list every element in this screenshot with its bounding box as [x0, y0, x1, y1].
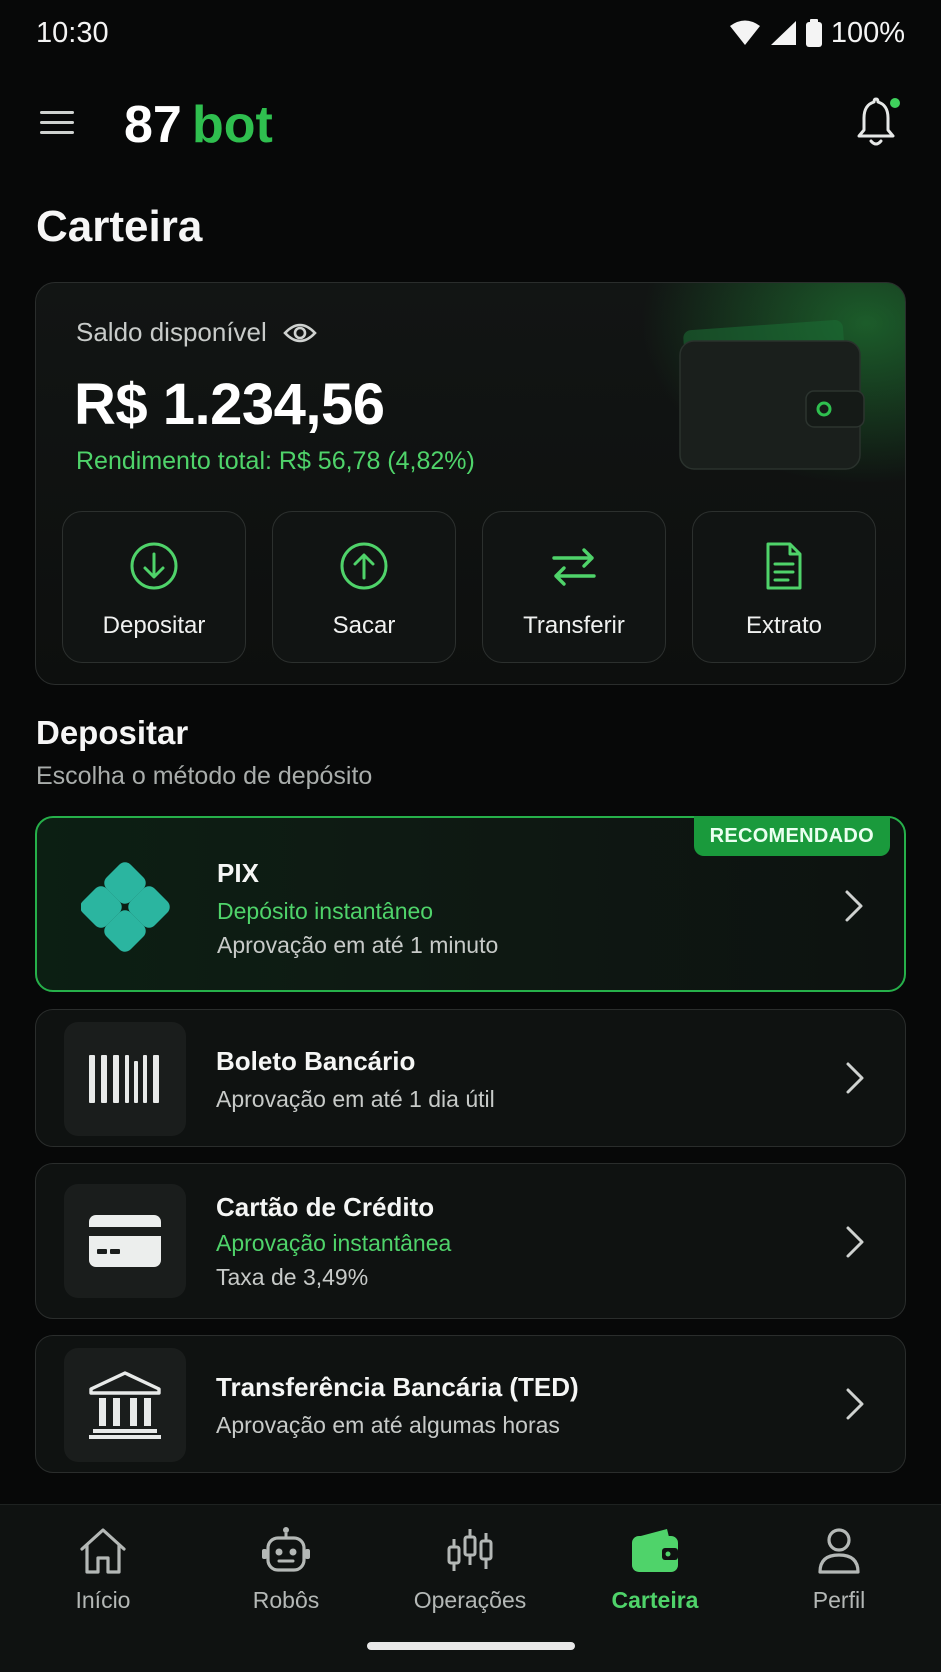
nav-item-wallet[interactable]: Carteira — [580, 1525, 730, 1614]
boleto-desc: Aprovação em até 1 dia útil — [216, 1086, 495, 1112]
credit-card-icon — [89, 1215, 161, 1267]
statement-label: Extrato — [745, 612, 823, 639]
menu-button[interactable] — [38, 102, 78, 142]
transfer-arrows-icon — [552, 548, 596, 586]
deposit-section-subtitle: Escolha o método de depósito — [36, 762, 373, 790]
statement-button[interactable]: Extrato — [692, 511, 876, 663]
download-circle-icon — [130, 542, 178, 590]
chevron-right-icon — [846, 1388, 864, 1420]
deposit-method-pix[interactable]: RECOMENDADO PIX Depósito instantâneo Apr… — [35, 816, 906, 992]
ted-title: Transferência Bancária (TED) — [216, 1372, 579, 1402]
deposit-method-boleto[interactable]: Boleto Bancário Aprovação em até 1 dia ú… — [35, 1009, 906, 1147]
transfer-button[interactable]: Transferir — [482, 511, 666, 663]
pix-desc: Aprovação em até 1 minuto — [217, 932, 499, 958]
bell-icon — [857, 97, 900, 146]
withdraw-label: Sacar — [332, 612, 396, 639]
deposit-method-ted[interactable]: Transferência Bancária (TED) Aprovação e… — [35, 1335, 906, 1473]
status-time: 10:30 — [36, 16, 109, 49]
wallet-balance-card: Saldo disponível R$ 1.234,56 Rendimento … — [35, 282, 906, 685]
chevron-right-icon — [845, 890, 863, 922]
nav-label-profile: Perfil — [812, 1587, 866, 1613]
deposit-method-credit-card[interactable]: Cartão de Crédito Aprovação instantânea … — [35, 1163, 906, 1319]
bank-icon-box — [64, 1348, 186, 1462]
bank-icon — [89, 1371, 161, 1439]
battery-icon — [805, 19, 822, 47]
wallet-icon — [632, 1529, 678, 1572]
eye-icon[interactable] — [283, 321, 317, 345]
home-indicator[interactable] — [367, 1642, 575, 1650]
status-bar: 10:30 100% — [0, 0, 941, 66]
boleto-title: Boleto Bancário — [216, 1046, 416, 1076]
nav-item-profile[interactable]: Perfil — [764, 1525, 914, 1614]
nav-item-robots[interactable]: Robôs — [211, 1525, 361, 1614]
balance-label: Saldo disponível — [76, 317, 267, 347]
wallet-actions: Depositar Sacar Transferir Extrato — [62, 511, 882, 663]
app-header: 87 bot — [0, 88, 941, 158]
nav-item-home[interactable]: Início — [28, 1525, 178, 1614]
robot-icon — [262, 1527, 310, 1572]
balance-value: R$ 1.234,56 — [74, 372, 385, 437]
wifi-icon — [729, 20, 760, 45]
yield-text: Rendimento total: R$ 56,78 (4,82%) — [76, 447, 475, 475]
notifications-button[interactable] — [852, 96, 900, 150]
battery-level: 100% — [830, 16, 905, 49]
wallet-illustration-icon — [679, 320, 865, 470]
logo-text-bot: bot — [192, 96, 273, 152]
chevron-right-icon — [846, 1062, 864, 1094]
boleto-icon-box — [64, 1022, 186, 1136]
deposit-label: Depositar — [102, 612, 206, 639]
app-logo: 87 bot — [124, 92, 314, 154]
balance-label-row: Saldo disponível — [76, 317, 317, 348]
document-icon — [766, 542, 802, 590]
withdraw-button[interactable]: Sacar — [272, 511, 456, 663]
credit-card-desc: Taxa de 3,49% — [216, 1264, 369, 1290]
nav-label-robots: Robôs — [252, 1587, 320, 1613]
page-title: Carteira — [36, 202, 203, 251]
candlestick-icon — [447, 1529, 493, 1571]
credit-card-highlight: Aprovação instantânea — [216, 1230, 452, 1256]
nav-label-home: Início — [75, 1587, 131, 1613]
credit-card-title: Cartão de Crédito — [216, 1192, 435, 1222]
pix-title: PIX — [217, 858, 259, 888]
home-icon — [80, 1528, 126, 1574]
recommended-badge: RECOMENDADO — [693, 816, 890, 856]
transfer-label: Transferir — [523, 612, 625, 639]
ted-desc: Aprovação em até algumas horas — [216, 1412, 560, 1438]
pix-icon — [81, 862, 170, 952]
nav-label-operations: Operações — [413, 1587, 527, 1613]
deposit-section-title: Depositar — [36, 714, 189, 751]
upload-circle-icon — [340, 542, 388, 590]
pix-highlight: Depósito instantâneo — [217, 898, 434, 924]
user-icon — [818, 1528, 860, 1574]
credit-card-icon-box — [64, 1184, 186, 1298]
status-indicators: 100% — [729, 17, 905, 50]
deposit-button[interactable]: Depositar — [62, 511, 246, 663]
chevron-right-icon — [846, 1226, 864, 1258]
nav-item-operations[interactable]: Operações — [395, 1525, 545, 1614]
nav-label-wallet: Carteira — [611, 1587, 699, 1613]
signal-icon — [770, 21, 796, 45]
hamburger-icon — [40, 111, 74, 134]
barcode-icon — [89, 1055, 159, 1103]
logo-text-87: 87 — [124, 96, 182, 152]
